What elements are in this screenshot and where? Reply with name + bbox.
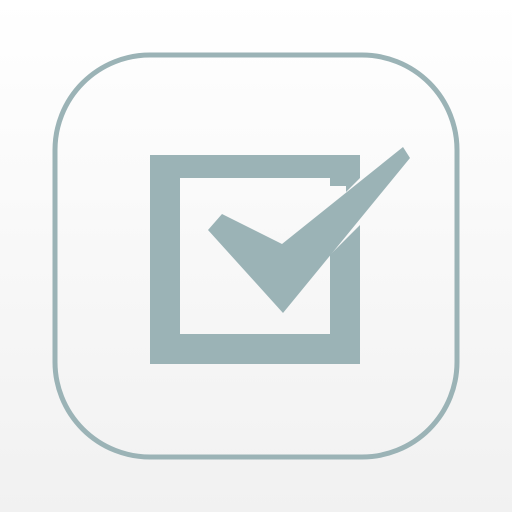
checkbox-checked-icon (52, 52, 460, 460)
app-icon-canvas (0, 0, 512, 512)
